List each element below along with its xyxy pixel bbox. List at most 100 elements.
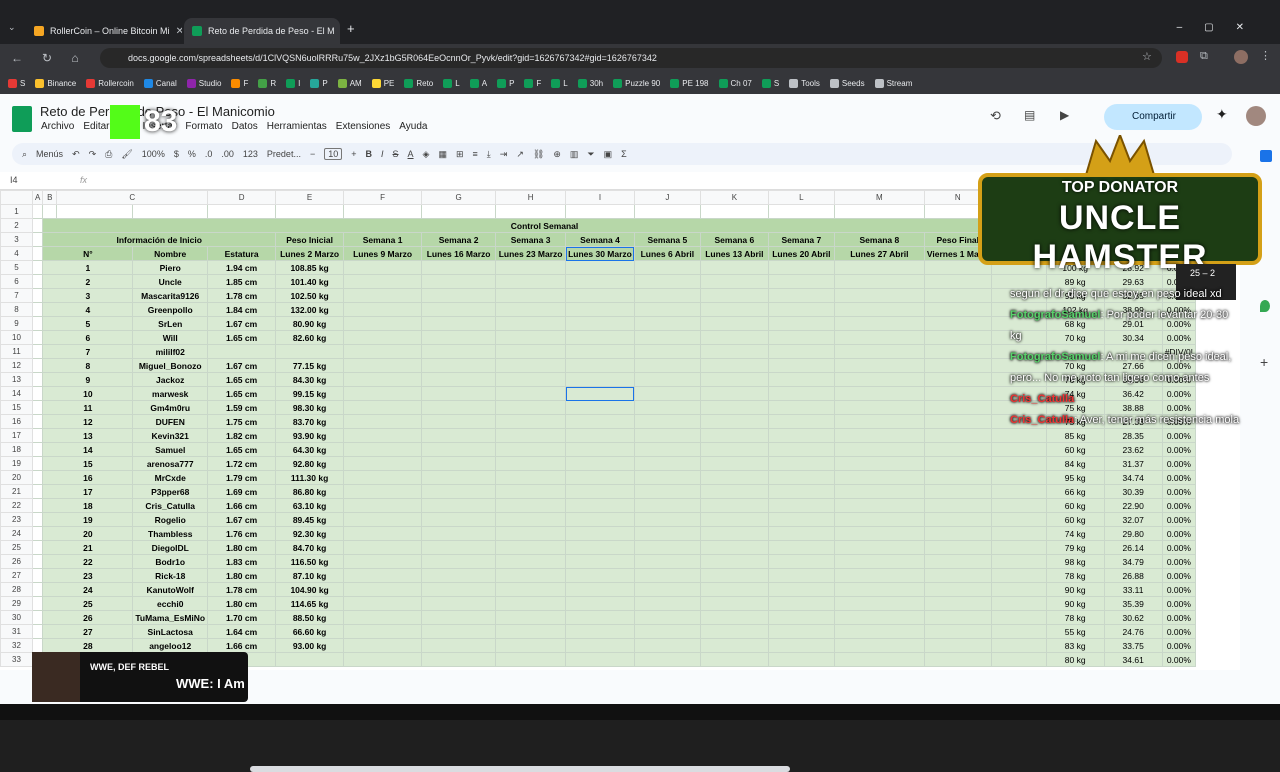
bookmark-item[interactable]: S [761,78,779,88]
week-cell[interactable] [343,554,423,569]
cell[interactable] [31,232,44,247]
week-cell[interactable] [633,400,701,415]
week-cell[interactable] [633,638,701,653]
week-cell[interactable] [565,624,635,639]
height-cell[interactable]: 1.67 cm [207,316,277,331]
week-cell[interactable] [923,512,992,527]
week-cell[interactable] [343,400,423,415]
header-cell[interactable]: Información de Inicio [42,232,277,247]
name-cell[interactable]: MrCxde [132,470,209,485]
week-cell[interactable] [767,456,835,471]
week-cell[interactable] [565,260,635,275]
week-cell[interactable] [421,344,497,359]
section-title[interactable]: Control Semanal [42,218,1047,233]
column-header[interactable]: I [565,190,635,205]
index-cell[interactable]: 30.62 [1103,610,1163,625]
week-cell[interactable] [923,302,992,317]
week-cell[interactable] [833,610,925,625]
font-size-decrease[interactable]: − [310,149,315,159]
week-cell[interactable] [833,498,925,513]
bookmark-item[interactable]: Tools [789,78,820,88]
currency-button[interactable]: $ [174,149,179,159]
index-cell[interactable]: 26.88 [1103,568,1163,583]
week-cell[interactable] [699,512,769,527]
profile-avatar[interactable] [1234,50,1248,64]
name-cell[interactable]: Mascarita9126 [132,288,209,303]
kg-lost-cell[interactable] [990,540,1047,555]
percent-cell[interactable]: 0.00% [1161,456,1197,471]
week-cell[interactable] [699,372,769,387]
initial-weight-cell[interactable]: 83.70 kg [275,414,345,429]
name-cell[interactable]: DUFEN [132,414,209,429]
week-cell[interactable] [495,554,567,569]
cell[interactable] [31,344,44,359]
week-cell[interactable] [923,372,992,387]
height-cell[interactable]: 1.76 cm [207,526,277,541]
history-icon[interactable]: ⟲ [990,108,1001,124]
bookmark-item[interactable]: AM [337,78,362,88]
week-cell[interactable] [833,400,925,415]
week-cell[interactable] [767,274,835,289]
cell[interactable] [31,526,44,541]
height-cell[interactable]: 1.75 cm [207,414,277,429]
week-cell[interactable] [565,428,635,443]
filter-views-icon[interactable]: ▣ [604,149,613,160]
link-icon[interactable]: ⛓ [533,149,544,160]
week-cell[interactable] [495,344,567,359]
bookmark-star-icon[interactable]: ☆ [1142,50,1152,63]
column-header[interactable]: A [31,190,44,205]
week-cell[interactable] [699,400,769,415]
week-cell[interactable] [343,484,423,499]
week-cell[interactable] [343,498,423,513]
percent-cell[interactable]: 0.00% [1161,596,1197,611]
week-cell[interactable] [343,470,423,485]
number-cell[interactable]: 2 [42,274,134,289]
initial-weight-cell[interactable]: 114.65 kg [275,596,345,611]
initial-weight-cell[interactable]: 104.90 kg [275,582,345,597]
subheader-cell[interactable]: Lunes 27 Abril [833,246,925,261]
cell[interactable] [275,204,345,219]
week-cell[interactable] [421,386,497,401]
wrap-icon[interactable]: ⇥ [500,149,508,160]
week-cell[interactable] [833,442,925,457]
horizontal-scrollbar[interactable] [250,766,790,772]
week-cell[interactable] [699,456,769,471]
number-cell[interactable]: 28 [42,638,134,653]
week-cell[interactable] [633,512,701,527]
initial-weight-cell[interactable]: 132.00 kg [275,302,345,317]
initial-weight-cell[interactable]: 87.10 kg [275,568,345,583]
name-cell[interactable]: ecchi0 [132,596,209,611]
week-cell[interactable] [699,624,769,639]
week-cell[interactable] [421,596,497,611]
row-header[interactable]: 33 [0,652,33,667]
row-header[interactable]: 32 [0,638,33,653]
height-cell[interactable]: 1.67 cm [207,358,277,373]
number-cell[interactable]: 16 [42,470,134,485]
week-cell[interactable] [833,582,925,597]
number-cell[interactable]: 21 [42,540,134,555]
initial-weight-cell[interactable]: 84.70 kg [275,540,345,555]
week-cell[interactable] [565,596,635,611]
header-cell[interactable]: Semana 1 [343,232,423,247]
new-tab-icon[interactable]: + [347,21,355,36]
week-cell[interactable] [565,540,635,555]
kg-lost-cell[interactable] [990,582,1047,597]
text-color-icon[interactable]: A [408,149,414,159]
column-header[interactable]: B [42,190,58,205]
week-cell[interactable] [923,330,992,345]
row-header[interactable]: 1 [0,204,33,219]
name-cell[interactable]: TuMama_EsMiNo [132,610,209,625]
week-cell[interactable] [421,624,497,639]
bookmark-item[interactable]: L [443,78,460,88]
week-cell[interactable] [767,568,835,583]
week-cell[interactable] [767,526,835,541]
kg-lost-cell[interactable] [990,470,1047,485]
row-header[interactable]: 13 [0,372,33,387]
home-icon[interactable]: ⌂ [64,51,86,65]
week-cell[interactable] [421,372,497,387]
week-cell[interactable] [343,624,423,639]
number-cell[interactable]: 4 [42,302,134,317]
cell[interactable] [767,204,835,219]
initial-weight-cell[interactable]: 63.10 kg [275,498,345,513]
week-cell[interactable] [699,414,769,429]
